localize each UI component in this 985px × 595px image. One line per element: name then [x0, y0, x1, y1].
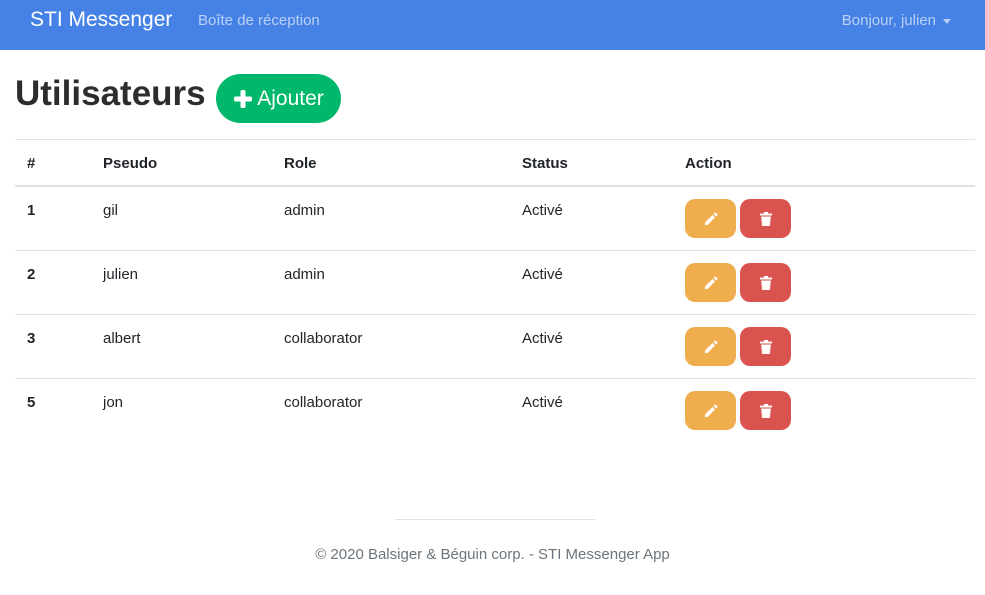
edit-button[interactable] — [685, 263, 736, 302]
table-row: 5 jon collaborator Activé — [15, 379, 975, 443]
header-id: # — [27, 155, 36, 172]
header-role: Role — [284, 155, 317, 172]
user-menu-label: Bonjour, julien — [841, 12, 936, 29]
trash-icon — [759, 275, 773, 291]
add-button-label: Ajouter — [257, 86, 324, 110]
row-role: collaborator — [284, 394, 363, 411]
table-row: 2 julien admin Activé — [15, 251, 975, 315]
row-role: admin — [284, 266, 325, 283]
row-pseudo: jon — [103, 394, 124, 411]
trash-icon — [759, 339, 773, 355]
row-status: Activé — [522, 394, 563, 411]
delete-button[interactable] — [740, 327, 791, 366]
add-user-button[interactable]: Ajouter — [216, 74, 341, 123]
navbar: STI Messenger Boîte de réception Bonjour… — [0, 0, 985, 50]
trash-icon — [759, 211, 773, 227]
delete-button[interactable] — [740, 391, 791, 430]
row-pseudo: albert — [103, 330, 141, 347]
edit-button[interactable] — [685, 199, 736, 238]
caret-down-icon — [943, 18, 951, 24]
row-role: collaborator — [284, 330, 363, 347]
delete-button[interactable] — [740, 199, 791, 238]
row-actions — [685, 263, 791, 302]
row-actions — [685, 327, 791, 366]
row-id: 3 — [27, 330, 36, 347]
table-header-row: # Pseudo Role Status Action — [15, 139, 975, 187]
edit-button[interactable] — [685, 327, 736, 366]
header-action: Action — [685, 155, 732, 172]
brand-link[interactable]: STI Messenger — [30, 8, 172, 32]
edit-button[interactable] — [685, 391, 736, 430]
footer-divider — [395, 519, 595, 520]
user-menu-dropdown[interactable]: Bonjour, julien — [842, 12, 951, 29]
plus-icon — [233, 89, 253, 109]
header-status: Status — [522, 155, 568, 172]
row-status: Activé — [522, 202, 563, 219]
footer-copyright: © 2020 Balsiger & Béguin corp. - STI Mes… — [315, 546, 670, 563]
row-status: Activé — [522, 266, 563, 283]
row-status: Activé — [522, 330, 563, 347]
row-pseudo: julien — [103, 266, 139, 283]
header-pseudo: Pseudo — [103, 155, 158, 172]
row-id: 2 — [27, 266, 36, 283]
row-actions — [685, 199, 791, 238]
pencil-icon — [703, 403, 719, 419]
row-pseudo: gil — [103, 202, 119, 219]
row-id: 1 — [27, 202, 36, 219]
pencil-icon — [703, 211, 719, 227]
pencil-icon — [703, 275, 719, 291]
row-id: 5 — [27, 394, 36, 411]
table-row: 1 gil admin Activé — [15, 187, 975, 251]
trash-icon — [759, 403, 773, 419]
table-row: 3 albert collaborator Activé — [15, 315, 975, 379]
pencil-icon — [703, 339, 719, 355]
row-role: admin — [284, 202, 325, 219]
nav-link-inbox[interactable]: Boîte de réception — [198, 12, 320, 29]
delete-button[interactable] — [740, 263, 791, 302]
page-title: Utilisateurs — [15, 74, 206, 113]
row-actions — [685, 391, 791, 430]
users-table: # Pseudo Role Status Action 1 gil admin … — [15, 139, 975, 443]
